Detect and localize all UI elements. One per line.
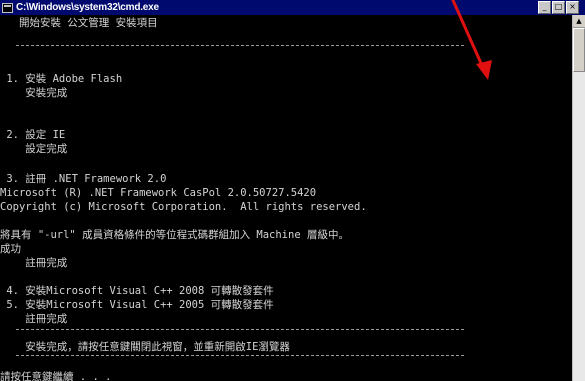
cmd-icon [2,2,13,13]
console-output[interactable]: 開始安裝 公文管理 安裝項目 1. 安裝 Adobe Flash 安裝完成 2.… [0,15,573,381]
window-title: C:\Windows\system32\cmd.exe [16,2,159,13]
console-line: Microsoft (R) .NET Framework CasPol 2.0.… [0,187,317,199]
console-line: Copyright (c) Microsoft Corporation. All… [0,201,367,213]
separator-line [16,45,464,46]
console-line: 成功 [0,243,21,255]
scrollbar-thumb[interactable] [573,28,585,72]
console-line: 註冊完成 [0,257,68,269]
scroll-up-arrow-icon[interactable]: ▲ [573,15,585,28]
separator-line [16,355,464,356]
cmd-window: C:\Windows\system32\cmd.exe _ □ × 開始安裝 公… [0,0,585,381]
console-line: 請按任意鍵繼續 . . . [0,371,118,381]
console-line: 將具有 "-url" 成員資格條件的等位程式碼群組加入 Machine 層級中。 [0,229,349,241]
console-line: 註冊完成 [0,313,68,325]
console-line: 1. 安裝 Adobe Flash [0,73,123,85]
maximize-button[interactable]: □ [552,1,565,14]
console-line: 設定完成 [0,143,68,155]
console-line: 安裝完成，請按任意鍵關閉此視窗，並重新開啟IE瀏覽器 [0,341,290,353]
console-line: 5. 安裝Microsoft Visual C++ 2005 可轉散發套件 [0,299,274,311]
console-line: 2. 設定 IE [0,129,66,141]
title-bar[interactable]: C:\Windows\system32\cmd.exe _ □ × [0,0,585,15]
console-line: 3. 註冊 .NET Framework 2.0 [0,173,167,185]
close-button[interactable]: × [566,1,579,14]
vertical-scrollbar[interactable]: ▲ [572,15,585,381]
console-line: 4. 安裝Microsoft Visual C++ 2008 可轉散發套件 [0,285,274,297]
separator-line [16,329,464,330]
console-line: 開始安裝 公文管理 安裝項目 [0,17,158,29]
minimize-button[interactable]: _ [538,1,551,14]
window-controls: _ □ × [538,1,579,14]
console-line: 安裝完成 [0,87,68,99]
